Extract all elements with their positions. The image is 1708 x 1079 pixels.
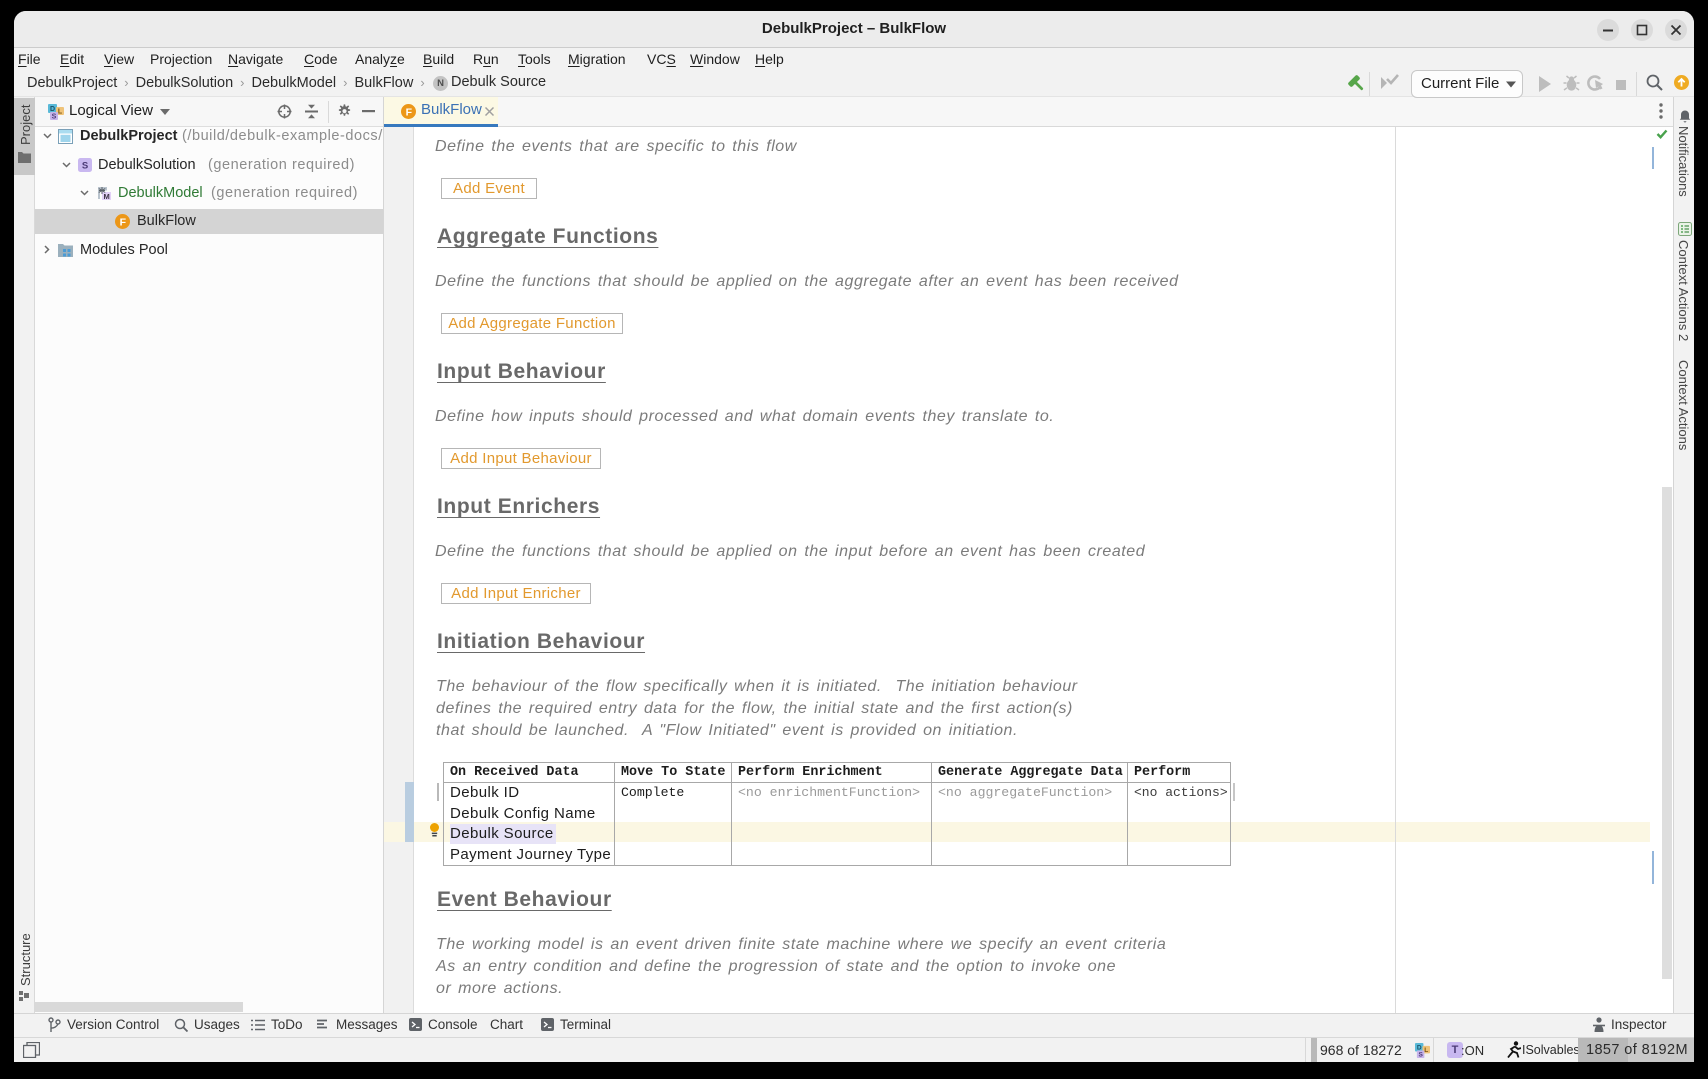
svg-text:S: S: [52, 114, 57, 121]
svg-text:M: M: [103, 192, 109, 201]
svg-text:L: L: [1424, 1047, 1428, 1054]
svg-text:D: D: [50, 106, 55, 113]
svg-text:L: L: [58, 109, 63, 116]
svg-text:S: S: [1418, 1052, 1423, 1058]
svg-text:S: S: [82, 161, 88, 172]
svg-text:F: F: [120, 217, 127, 229]
svg-text:F: F: [406, 107, 413, 119]
